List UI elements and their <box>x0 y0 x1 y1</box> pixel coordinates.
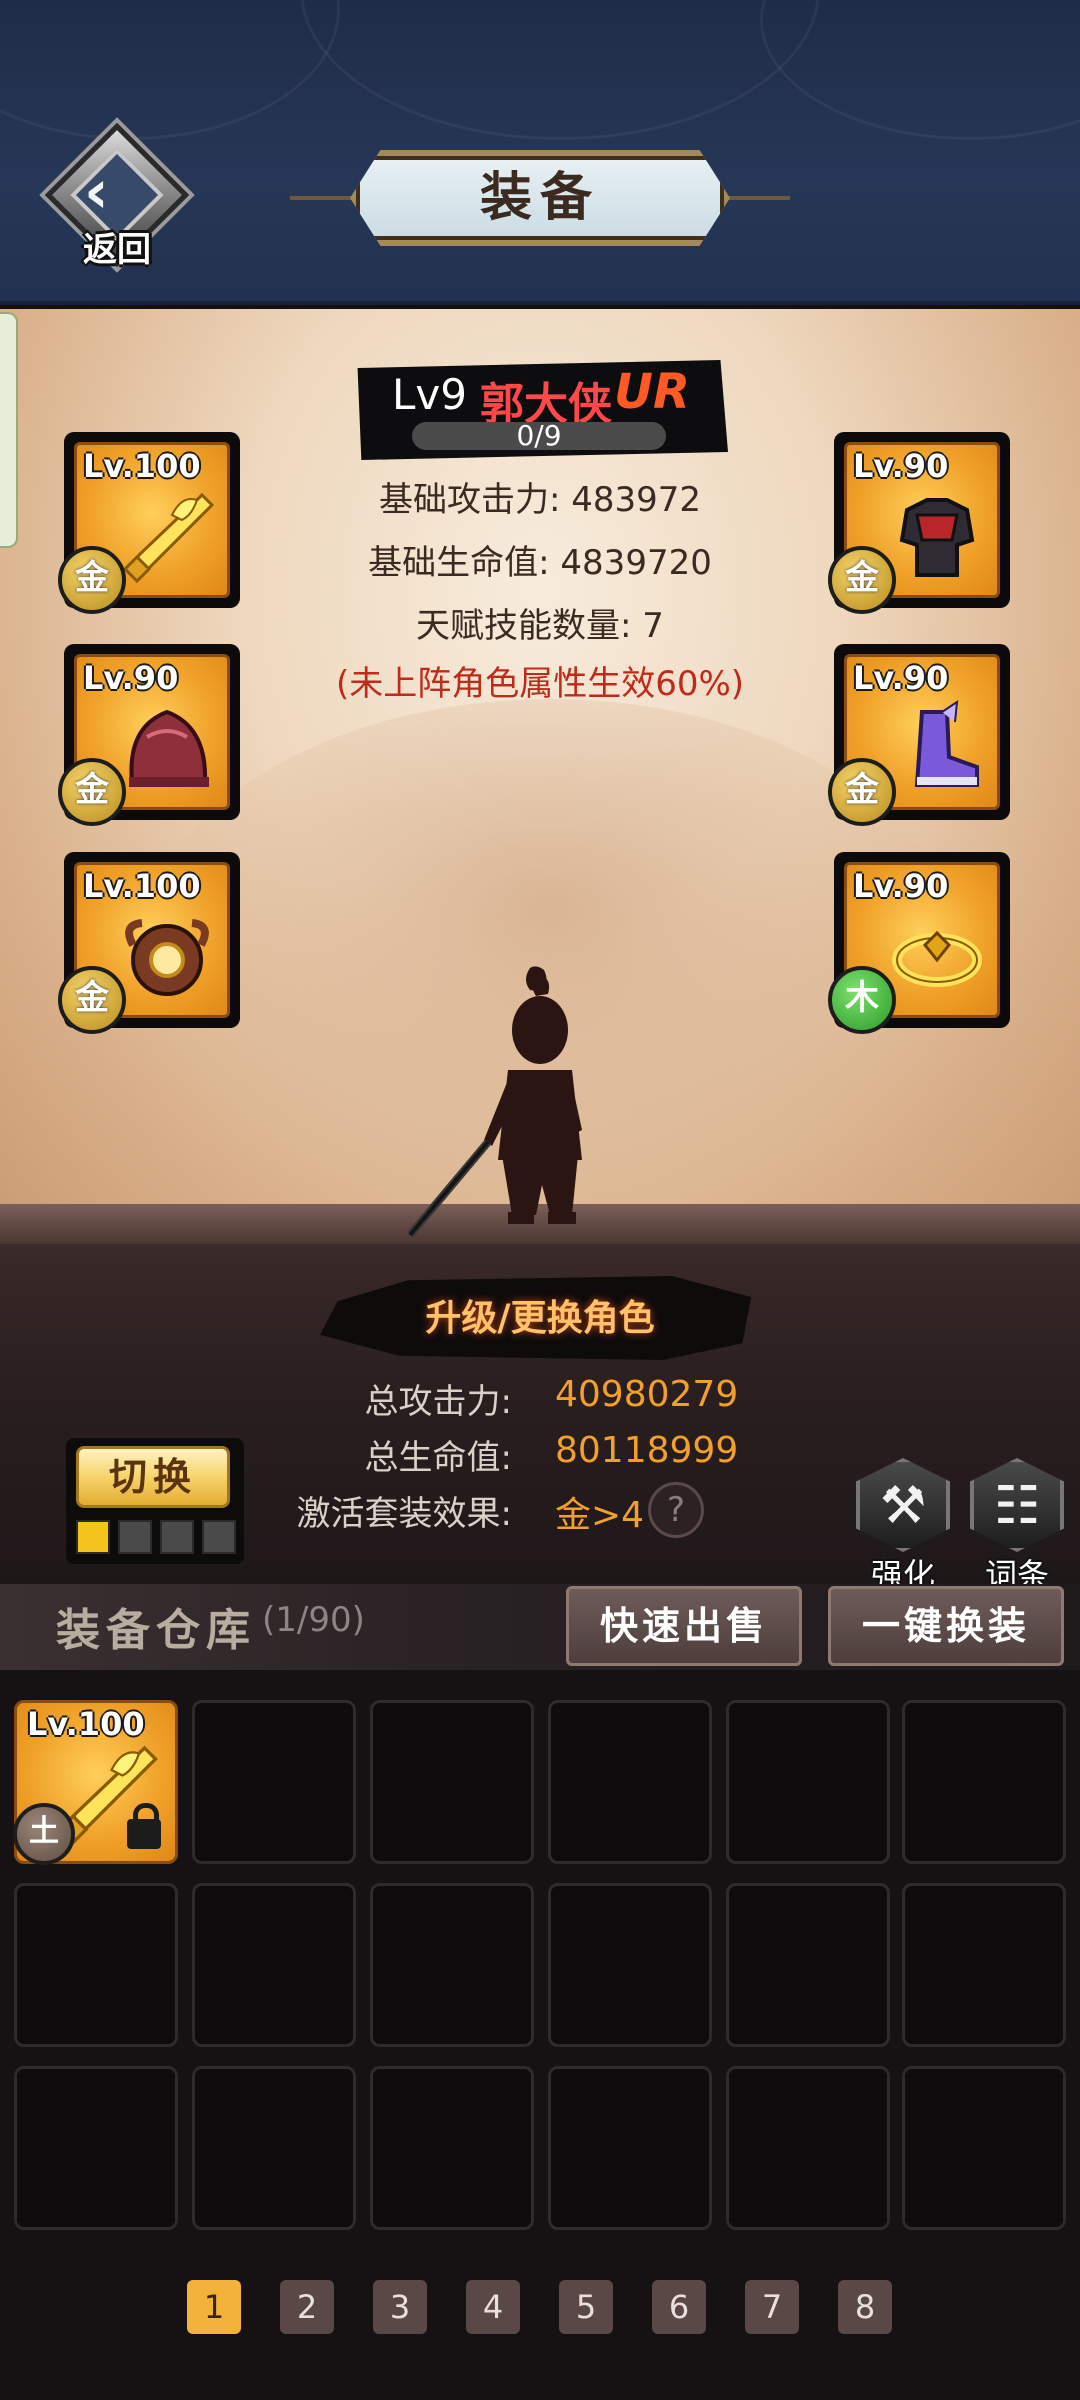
loadout-dot-1[interactable] <box>76 1520 110 1554</box>
storage-grid: Lv.100 土 <box>0 1670 1080 2400</box>
total-attack-value: 40980279 <box>555 1374 739 1415</box>
element-gold-icon: 金 <box>58 758 126 826</box>
golden-dragon-sword-icon <box>122 492 215 584</box>
element-wood-icon: 木 <box>828 966 896 1034</box>
slot-level: Lv.90 <box>83 659 179 697</box>
side-drawer-tab[interactable] <box>0 312 18 548</box>
storage-cell-empty[interactable] <box>370 1700 534 1864</box>
page-button-2[interactable]: 2 <box>280 2280 334 2334</box>
page-button-8[interactable]: 8 <box>838 2280 892 2334</box>
base-hp: 基础生命值: 4839720 <box>368 543 712 583</box>
equip-slot-ring[interactable]: Lv.90 木 <box>828 852 1010 1034</box>
hero-silhouette <box>406 966 582 1238</box>
storage-cell-empty[interactable] <box>192 2066 356 2230</box>
header-pattern <box>300 0 820 140</box>
star-progress-bar: 0/9 <box>412 422 666 450</box>
element-gold-icon: 金 <box>828 546 896 614</box>
page-title-plate: 装备 <box>290 150 790 246</box>
storage-cell-empty[interactable] <box>548 1700 712 1864</box>
slot-level: Lv.90 <box>853 659 949 697</box>
loadout-dot-3[interactable] <box>160 1520 194 1554</box>
page-title: 装备 <box>479 167 600 228</box>
bronze-amulet-icon <box>125 919 209 996</box>
back-label: 返回 <box>83 230 151 270</box>
loadout-indicators <box>72 1520 242 1556</box>
set-effect-value: 金>4 <box>555 1495 645 1536</box>
star-progress-text: 0/9 <box>516 419 562 452</box>
red-helmet-icon <box>129 709 209 787</box>
back-arrow-icon: ‹ <box>84 157 109 227</box>
upgrade-label: 升级/更换角色 <box>425 1297 655 1339</box>
page-button-3[interactable]: 3 <box>373 2280 427 2334</box>
storage-cell-empty[interactable] <box>548 1883 712 2047</box>
element-earth-icon: 土 <box>13 1803 75 1865</box>
help-icon[interactable]: ? <box>648 1482 704 1538</box>
loadout-dot-4[interactable] <box>202 1520 236 1554</box>
page-button-7[interactable]: 7 <box>745 2280 799 2334</box>
gold-ring-icon <box>892 930 982 987</box>
element-gold-icon: 金 <box>828 758 896 826</box>
page-button-4[interactable]: 4 <box>466 2280 520 2334</box>
storage-cell-empty[interactable] <box>902 1700 1066 1864</box>
storage-cell-empty[interactable] <box>370 2066 534 2230</box>
storage-cell-empty[interactable] <box>902 1883 1066 2047</box>
total-attack-label: 总攻击力: <box>364 1382 512 1422</box>
dark-armor-icon <box>899 498 975 577</box>
item-level: Lv.100 <box>27 1705 145 1743</box>
character-nameplate: Lv9 郭大侠 UR 0/9 <box>357 360 728 460</box>
storage-cell-filled[interactable]: Lv.100 土 <box>13 1700 178 1865</box>
element-gold-icon: 金 <box>58 966 126 1034</box>
equip-slot-amulet[interactable]: Lv.100 金 <box>58 852 240 1034</box>
list-icon: ☷ <box>993 1476 1041 1536</box>
equip-slot-armor[interactable]: Lv.90 金 <box>828 432 1010 614</box>
hammer-icon: ⚒ <box>879 1476 927 1536</box>
page-button-5[interactable]: 5 <box>559 2280 613 2334</box>
storage-title: 装备仓库 <box>56 1605 256 1656</box>
header-pattern <box>0 0 340 140</box>
affix-button[interactable]: ☷ 词条 <box>962 1458 1072 1598</box>
loadout-dot-2[interactable] <box>118 1520 152 1554</box>
back-button[interactable]: ‹ 返回 <box>44 122 190 270</box>
slot-level: Lv.100 <box>83 867 201 905</box>
one-click-equip-button[interactable]: 一键换装 <box>828 1586 1064 1666</box>
storage-cell-empty[interactable] <box>726 2066 890 2230</box>
total-hp-value: 80118999 <box>555 1430 739 1471</box>
enhance-button[interactable]: ⚒ 强化 <box>848 1458 958 1598</box>
element-gold-icon: 金 <box>58 546 126 614</box>
storage-cell-empty[interactable] <box>14 2066 178 2230</box>
talent-count: 天赋技能数量: 7 <box>416 606 664 646</box>
equip-slot-helmet[interactable]: Lv.90 金 <box>58 644 240 826</box>
storage-count: (1/90) <box>262 1600 365 1640</box>
base-attack: 基础攻击力: 483972 <box>378 480 702 520</box>
loadout-switch: 切换 <box>66 1438 244 1564</box>
set-effect-label: 激活套装效果: <box>296 1494 512 1534</box>
storage-cell-empty[interactable] <box>14 1883 178 2047</box>
purple-boots-icon <box>914 699 979 787</box>
storage-cell-empty[interactable] <box>192 1700 356 1864</box>
storage-cell-empty[interactable] <box>726 1700 890 1864</box>
quick-sell-button[interactable]: 快速出售 <box>566 1586 802 1666</box>
storage-cell-empty[interactable] <box>726 1883 890 2047</box>
total-hp-label: 总生命值: <box>364 1438 512 1478</box>
character-level: Lv9 <box>392 370 467 419</box>
storage-cell-empty[interactable] <box>192 1883 356 2047</box>
lock-icon[interactable] <box>127 1803 161 1849</box>
storage-cell-empty[interactable] <box>370 1883 534 2047</box>
storage-cell-empty[interactable] <box>548 2066 712 2230</box>
slot-level: Lv.90 <box>853 447 949 485</box>
header-pattern <box>760 0 1080 140</box>
storage-cell-empty[interactable] <box>902 2066 1066 2230</box>
page-button-1[interactable]: 1 <box>187 2280 241 2334</box>
equip-slot-boots[interactable]: Lv.90 金 <box>828 644 1010 826</box>
rarity-badge: UR <box>614 364 690 420</box>
page-button-6[interactable]: 6 <box>652 2280 706 2334</box>
slot-level: Lv.90 <box>853 867 949 905</box>
slot-level: Lv.100 <box>83 447 201 485</box>
equip-slot-weapon[interactable]: Lv.100 金 <box>58 432 240 614</box>
upgrade-change-character-button[interactable]: 升级/更换角色 <box>320 1276 752 1360</box>
switch-button[interactable]: 切换 <box>76 1446 230 1508</box>
